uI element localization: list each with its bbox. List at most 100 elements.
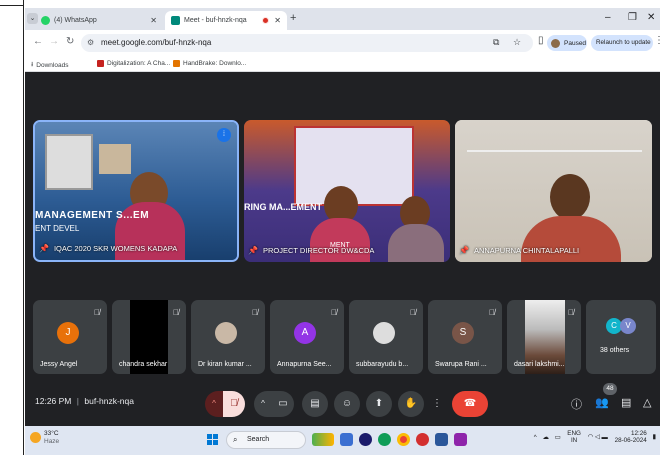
address-bar[interactable]: ⚙ meet.google.com/buf-hnzk-nqa ⧉ ☆ (81, 34, 533, 52)
captions-button[interactable]: ▤ (302, 391, 328, 417)
mic-off-icon: 🎙̸ (331, 308, 337, 317)
separator: | (76, 396, 79, 406)
meeting-code: buf-hnzk-nqa (84, 396, 134, 406)
featured-tile-2[interactable]: RING MA...EMENT SYSTE MENT 📌 PROJECT DIRE… (244, 120, 450, 262)
bookmark-star-icon[interactable]: ☆ (513, 37, 521, 48)
relaunch-button[interactable]: Relaunch to update (591, 35, 653, 51)
participant-tile[interactable]: 🎙̸ J Jessy Angel (33, 300, 107, 374)
tray-app-icon[interactable]: ☁ (543, 434, 549, 441)
participant-tile[interactable]: 🎙̸ A Annapurna See... (270, 300, 344, 374)
word-icon[interactable] (435, 433, 448, 446)
bookmark-handbrake[interactable]: HandBrake: Downlo... (173, 60, 246, 67)
system-tray: ^ ☁ ▭ ENG IN ◠ ◁ ▬ 12:26 28-06-2024 ▮ (534, 430, 656, 444)
tab-strip: ⌄ (4) WhatsApp ✕ Meet - buf-hnzk-nqa ✕ +… (25, 8, 660, 30)
wifi-icon[interactable]: ◠ (588, 434, 594, 441)
tile-name-text: PROJECT DIRECTOR DW&CDA (262, 246, 375, 255)
bookmark-downloads[interactable]: ⭳ Downloads (31, 60, 68, 71)
volume-icon[interactable]: ◁ (595, 434, 600, 441)
participant-tile[interactable]: 🎙̸ subbarayudu b... (349, 300, 423, 374)
widgets-icon[interactable] (312, 433, 334, 446)
doc-icon (97, 60, 104, 67)
participant-tile[interactable]: 🎙̸ dasari lakshmi... (507, 300, 581, 374)
app-icon[interactable] (454, 433, 467, 446)
leave-call-button[interactable]: ☎ (452, 391, 488, 417)
extensions-icon[interactable]: ▯ (538, 35, 544, 46)
camera-button[interactable]: ▭ (272, 391, 294, 417)
mic-off-icon: 🎙̸ (173, 308, 179, 317)
pin-icon[interactable]: 📌 (39, 244, 49, 253)
edge-icon[interactable] (378, 433, 391, 446)
clock[interactable]: 12:26 28-06-2024 (615, 430, 647, 444)
emoji-button[interactable]: ☺ (334, 391, 360, 417)
bookmark-label: Downloads (36, 62, 69, 69)
more-options-button[interactable]: ⋮ (430, 391, 444, 417)
forward-icon[interactable]: → (49, 36, 59, 47)
weather-widget[interactable]: 33°C Haze (30, 430, 59, 446)
profile-paused-button[interactable]: Paused (547, 35, 587, 51)
tab-whatsapp[interactable]: (4) WhatsApp ✕ (35, 11, 163, 30)
ceiling-light (467, 150, 642, 152)
participant-tile[interactable]: 🎙̸ S Swarupa Rani ... (428, 300, 502, 374)
menu-icon[interactable]: ⋮ (654, 35, 660, 46)
maximize-icon[interactable]: ❐ (628, 12, 637, 23)
mic-off-icon: 🎙̸ (252, 308, 258, 317)
close-tab-icon[interactable]: ✕ (150, 16, 157, 25)
minimize-icon[interactable]: – (605, 12, 611, 23)
pin-icon[interactable]: 📌 (459, 246, 469, 255)
chrome-icon[interactable] (397, 433, 410, 446)
battery-icon[interactable]: ▭ (555, 434, 561, 441)
bookmark-digitalization[interactable]: Digitalization: A Cha... (97, 60, 170, 67)
close-tab-icon[interactable]: ✕ (274, 16, 281, 25)
pin-icon[interactable]: 📌 (248, 246, 258, 255)
cast-icon[interactable]: ⧉ (493, 37, 499, 48)
new-tab-icon[interactable]: + (290, 12, 296, 24)
camera-options-button[interactable]: ^ (254, 391, 272, 417)
tray-overflow-icon[interactable]: ^ (534, 434, 537, 441)
bookmark-label: HandBrake: Downlo... (183, 60, 247, 67)
mic-off-icon: 🎙̸ (489, 308, 495, 317)
app-icon[interactable] (359, 433, 372, 446)
participant-body (310, 218, 370, 262)
avatar-photo (373, 322, 395, 344)
featured-tile-3[interactable]: 📌 ANNAPURNA CHINTALAPALLI (455, 120, 652, 262)
meeting-controls: 12:26 PM | buf-hnzk-nqa ^ 🎙̸ ^ ▭ ▤ ☺ ⬆ ✋… (25, 379, 660, 426)
mic-off-button[interactable]: 🎙̸ (223, 391, 245, 417)
featured-tile-1[interactable]: MANAGEMENT S...EM ENT DEVEL ⁞ 📌 IQAC 2020… (33, 120, 239, 262)
mic-options-button[interactable]: ^ (205, 391, 223, 417)
reload-icon[interactable]: ↻ (66, 36, 74, 47)
meet-icon (171, 16, 180, 25)
weather-text: Haze (44, 438, 60, 445)
present-button[interactable]: ⬆ (366, 391, 392, 417)
participant-name: Annapurna See... (277, 361, 332, 368)
people-icon[interactable]: 👥 (595, 396, 609, 409)
info-icon[interactable]: ⓘ (571, 396, 582, 412)
participant-tile[interactable]: 🎙̸ Dr kiran kumar ... (191, 300, 265, 374)
task-view-icon[interactable] (340, 433, 353, 446)
participant-name: dasari lakshmi... (514, 361, 565, 368)
tab-meet[interactable]: Meet - buf-hnzk-nqa ✕ (165, 11, 287, 30)
avatar-photo (215, 322, 237, 344)
notification-icon[interactable]: ▮ (653, 434, 656, 441)
battery-status-icon[interactable]: ▬ (602, 434, 608, 441)
site-settings-icon[interactable]: ⚙ (87, 38, 94, 47)
poster-image (45, 134, 93, 190)
tile-name: 📌 IQAC 2020 SKR WOMENS KADAPA (39, 244, 177, 253)
back-icon[interactable]: ← (33, 36, 43, 47)
mic-off-icon: 🎙̸ (568, 308, 574, 317)
others-tile[interactable]: C V 38 others (586, 300, 656, 374)
search-icon: ⌕ (233, 435, 238, 444)
close-window-icon[interactable]: ✕ (647, 12, 655, 23)
download-icon: ⭳ (31, 61, 34, 68)
start-button-icon[interactable] (207, 434, 219, 446)
raise-hand-button[interactable]: ✋ (398, 391, 424, 417)
chat-icon[interactable]: ▤ (621, 396, 631, 409)
participant-name: Jessy Angel (40, 361, 78, 368)
participant-name: Dr kiran kumar ... (198, 361, 252, 368)
language-indicator[interactable]: ENG IN (567, 430, 581, 444)
opera-icon[interactable] (416, 433, 429, 446)
activities-icon[interactable]: △ (643, 396, 651, 409)
taskbar-search[interactable]: ⌕ Search (226, 431, 306, 449)
participant-tile[interactable]: 🎙̸ chandra sekhar (112, 300, 186, 374)
windows-taskbar: 33°C Haze ⌕ Search ^ ☁ ▭ ENG IN ◠ ◁ ▬ 12… (25, 426, 660, 455)
tile-name-text: ANNAPURNA CHINTALAPALLI (473, 246, 580, 255)
